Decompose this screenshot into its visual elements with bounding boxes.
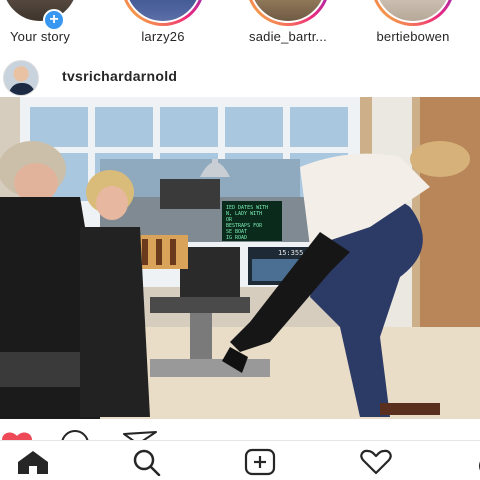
post-photo[interactable]: IED DATES WITH N, LADY WITH OR BESTRAPS … <box>0 97 480 419</box>
story-avatar-ring <box>0 0 82 26</box>
story-sadie[interactable]: sadie_bartr... <box>228 0 348 50</box>
teleprompter-line: IG ROAD <box>226 235 247 241</box>
instagram-feed-screen: + Your story larzy26 sadie_bartr... bert… <box>0 0 480 480</box>
profile-icon[interactable] <box>462 448 480 476</box>
search-icon[interactable] <box>128 448 164 476</box>
story-larzy26[interactable]: larzy26 <box>103 0 223 50</box>
add-post-icon[interactable] <box>242 448 278 476</box>
story-bertiebowen[interactable]: bertiebowen <box>353 0 473 50</box>
story-avatar-ring <box>121 0 205 26</box>
story-label: Your story <box>9 29 71 44</box>
post-header: tvsrichardarnold <box>0 52 480 96</box>
post-actions <box>0 422 480 442</box>
post-author-avatar[interactable] <box>3 60 39 96</box>
add-story-plus-icon[interactable]: + <box>43 9 65 31</box>
stories-bar[interactable]: + Your story larzy26 sadie_bartr... bert… <box>0 0 480 50</box>
story-avatar <box>374 0 452 23</box>
story-avatar-ring <box>371 0 455 26</box>
story-label: bertiebowen <box>376 29 450 44</box>
monitor-readout: 15:355 <box>278 249 303 257</box>
story-label: sadie_bartr... <box>249 29 327 44</box>
story-avatar <box>249 0 327 23</box>
story-avatar-ring <box>246 0 330 26</box>
story-avatar <box>124 0 202 23</box>
activity-heart-icon[interactable] <box>358 448 394 476</box>
post-author-username[interactable]: tvsrichardarnold <box>62 68 177 84</box>
story-label: larzy26 <box>141 29 185 44</box>
bottom-nav-bar <box>0 440 480 480</box>
home-icon[interactable] <box>15 448 51 476</box>
story-your-story[interactable]: + Your story <box>0 0 100 50</box>
studio-scene-illustration: IED DATES WITH N, LADY WITH OR BESTRAPS … <box>0 97 480 419</box>
story-avatar <box>1 0 79 23</box>
